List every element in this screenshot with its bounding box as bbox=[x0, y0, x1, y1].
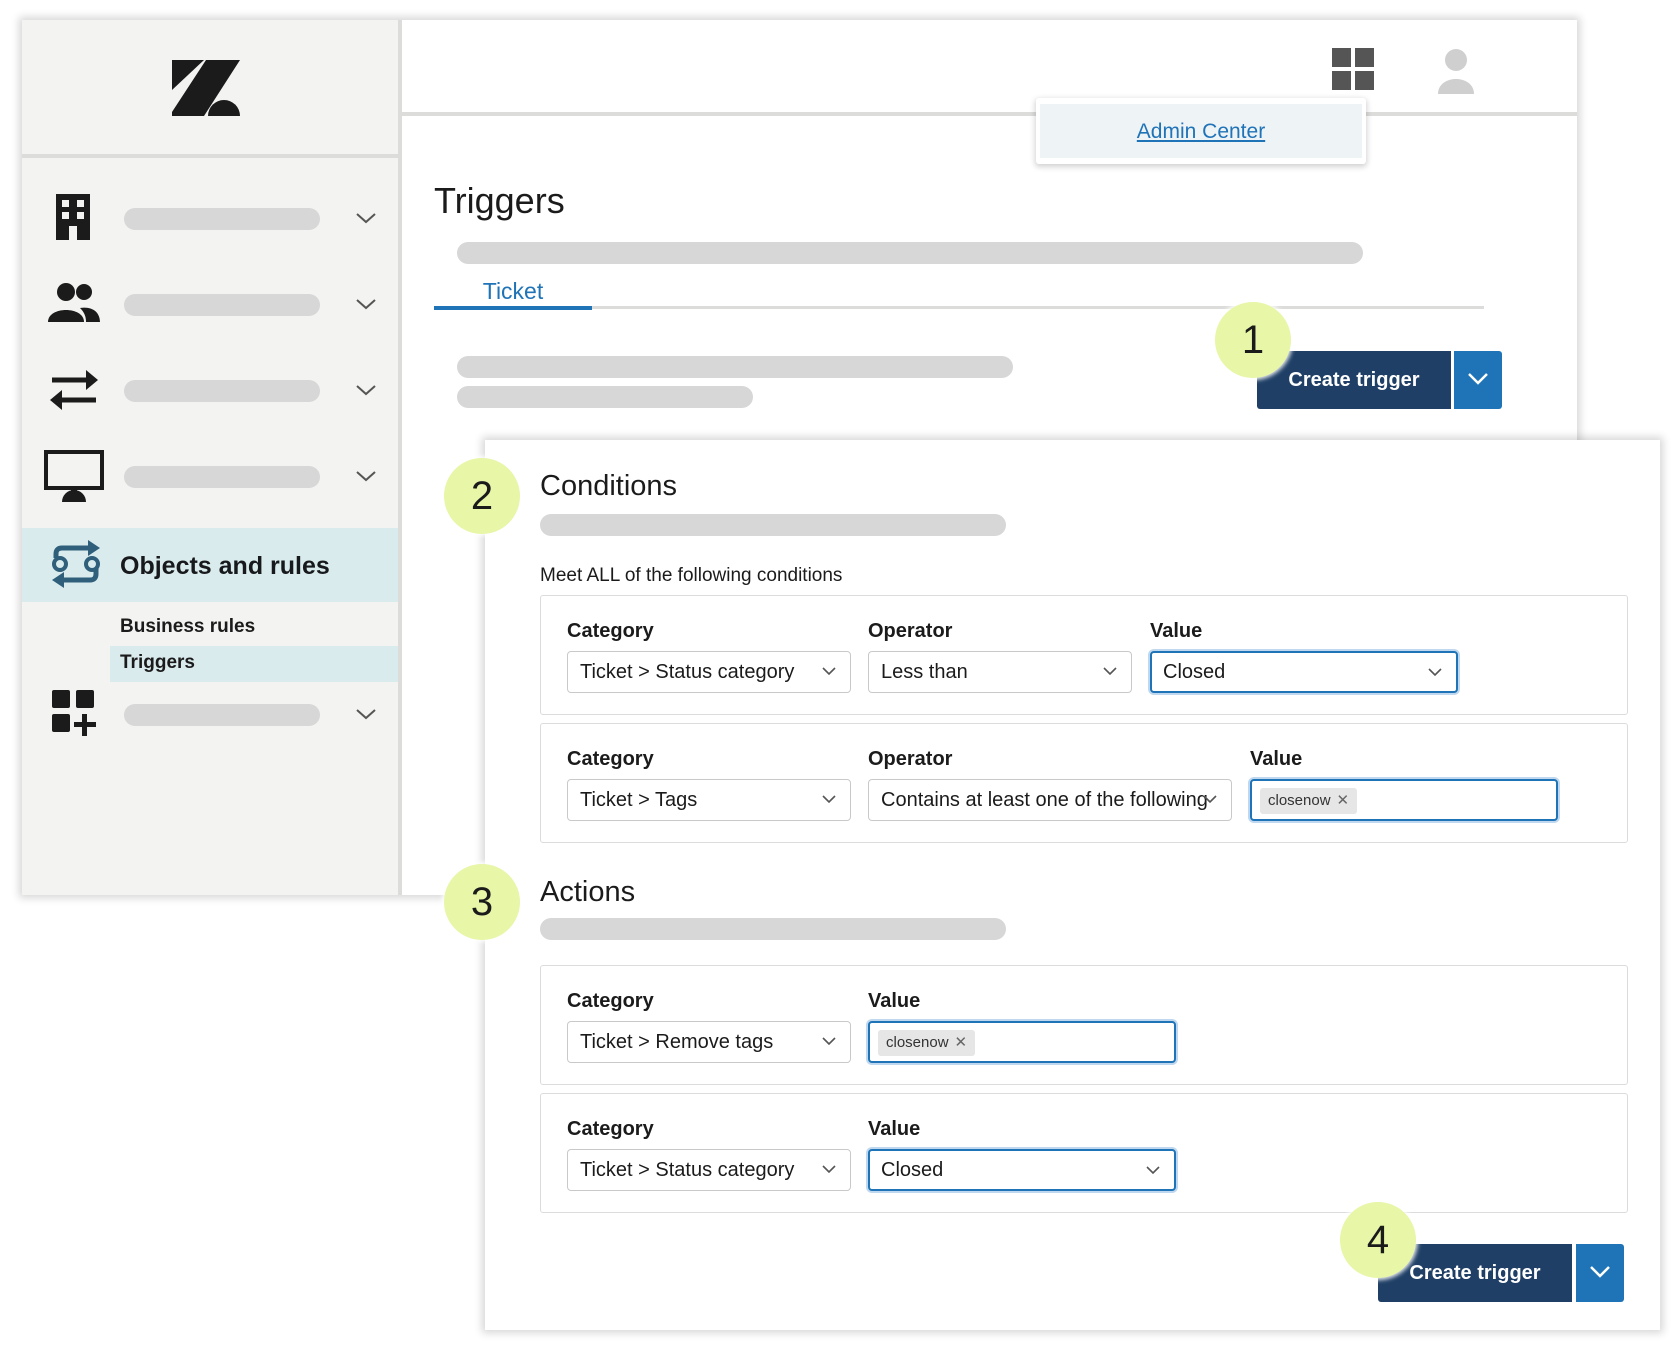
people-icon bbox=[48, 283, 100, 322]
nav-placeholder bbox=[124, 380, 320, 402]
chevron-down-icon bbox=[1590, 1266, 1610, 1278]
category-value: Ticket > Tags bbox=[580, 789, 698, 811]
chevron-down-icon[interactable] bbox=[352, 204, 380, 232]
tags-input[interactable]: closenow ✕ bbox=[1250, 779, 1558, 821]
value-label: Value bbox=[868, 990, 921, 1012]
create-trigger-split-button-footer: Create trigger bbox=[1378, 1244, 1624, 1302]
category-select[interactable]: Ticket > Remove tags bbox=[567, 1021, 851, 1063]
chevron-down-icon bbox=[1428, 668, 1442, 677]
chevron-down-icon bbox=[1203, 795, 1217, 804]
operator-label: Operator bbox=[868, 620, 953, 642]
category-select[interactable]: Ticket > Status category bbox=[567, 651, 851, 693]
category-label: Category bbox=[567, 990, 654, 1012]
admin-center-link[interactable]: Admin Center bbox=[1040, 120, 1362, 144]
tag-chip: closenow ✕ bbox=[878, 1030, 976, 1056]
create-trigger-button[interactable]: Create trigger bbox=[1257, 351, 1451, 409]
operator-select[interactable]: Less than bbox=[868, 651, 1132, 693]
chevron-down-icon bbox=[822, 667, 836, 676]
actions-description-placeholder bbox=[540, 918, 1006, 940]
category-select[interactable]: Ticket > Status category bbox=[567, 1149, 851, 1191]
value-select[interactable]: Closed bbox=[868, 1149, 1176, 1191]
sidebar-item-account[interactable] bbox=[22, 188, 398, 248]
chevron-down-icon bbox=[822, 1165, 836, 1174]
sidebar-item-workspaces[interactable] bbox=[22, 446, 398, 506]
remove-tag-icon[interactable]: ✕ bbox=[955, 1034, 968, 1051]
chevron-down-icon[interactable] bbox=[352, 462, 380, 490]
category-select[interactable]: Ticket > Tags bbox=[567, 779, 851, 821]
chevron-down-icon[interactable] bbox=[352, 376, 380, 404]
chevron-down-icon bbox=[822, 795, 836, 804]
create-trigger-split-button: Create trigger bbox=[1257, 351, 1502, 409]
text-placeholder bbox=[457, 386, 753, 408]
building-icon bbox=[56, 194, 90, 240]
operator-value: Less than bbox=[881, 661, 968, 683]
actions-title: Actions bbox=[540, 876, 636, 908]
nav-placeholder bbox=[124, 466, 320, 488]
chevron-down-icon[interactable] bbox=[352, 700, 380, 728]
conditions-description-placeholder bbox=[540, 514, 1006, 536]
sidebar-item-label: Objects and rules bbox=[120, 552, 330, 580]
sidebar-subitem-triggers[interactable]: Triggers bbox=[120, 652, 195, 674]
operator-label: Operator bbox=[868, 748, 953, 770]
apps-add-icon bbox=[52, 690, 96, 736]
value-value: Closed bbox=[881, 1159, 944, 1181]
objects-rules-icon bbox=[52, 540, 100, 588]
operator-select[interactable]: Contains at least one of the following bbox=[868, 779, 1232, 821]
value-label: Value bbox=[1250, 748, 1303, 770]
operator-value: Contains at least one of the following bbox=[881, 789, 1208, 811]
value-label: Value bbox=[1150, 620, 1203, 642]
nav-placeholder bbox=[124, 704, 320, 726]
page-title: Triggers bbox=[434, 180, 565, 221]
monitor-icon bbox=[44, 450, 104, 502]
sidebar-item-objects-and-rules[interactable]: Objects and rules bbox=[22, 528, 398, 602]
conditions-title: Conditions bbox=[540, 470, 678, 502]
step-badge-1: 1 bbox=[1215, 302, 1291, 378]
grid-icon[interactable] bbox=[1332, 48, 1374, 90]
user-icon[interactable] bbox=[1436, 48, 1476, 94]
value-value: Closed bbox=[1163, 661, 1226, 683]
step-badge-3: 3 bbox=[444, 864, 520, 940]
step-badge-4: 4 bbox=[1340, 1202, 1416, 1278]
value-select[interactable]: Closed bbox=[1150, 651, 1458, 693]
chevron-down-icon bbox=[1146, 1166, 1160, 1175]
arrows-icon bbox=[50, 370, 98, 410]
top-bar bbox=[402, 20, 1577, 116]
chevron-down-icon bbox=[822, 1037, 836, 1046]
category-label: Category bbox=[567, 1118, 654, 1140]
value-label: Value bbox=[868, 1118, 921, 1140]
admin-center-popover: Admin Center bbox=[1036, 98, 1366, 164]
zendesk-logo bbox=[172, 60, 240, 116]
create-trigger-dropdown[interactable] bbox=[1454, 351, 1502, 409]
sidebar-item-channels[interactable] bbox=[22, 360, 398, 420]
tab-ticket[interactable]: Ticket bbox=[434, 278, 592, 310]
chevron-down-icon bbox=[1103, 667, 1117, 676]
nav-placeholder bbox=[124, 208, 320, 230]
chevron-down-icon bbox=[1468, 373, 1488, 385]
description-placeholder bbox=[457, 242, 1363, 264]
sidebar: Objects and rules Business rules Trigger… bbox=[22, 20, 402, 895]
chevron-down-icon[interactable] bbox=[352, 290, 380, 318]
remove-tag-icon[interactable]: ✕ bbox=[1337, 792, 1350, 809]
popover-body: Admin Center bbox=[1040, 104, 1362, 158]
category-label: Category bbox=[567, 748, 654, 770]
tag-chip: closenow ✕ bbox=[1260, 788, 1358, 814]
category-label: Category bbox=[567, 620, 654, 642]
text-placeholder bbox=[457, 356, 1013, 378]
sidebar-item-people[interactable] bbox=[22, 274, 398, 334]
tag-label: closenow bbox=[1268, 792, 1331, 809]
sidebar-subitem-business-rules[interactable]: Business rules bbox=[120, 616, 255, 638]
tags-input[interactable]: closenow ✕ bbox=[868, 1021, 1176, 1063]
step-badge-2: 2 bbox=[444, 458, 520, 534]
logo-area bbox=[22, 20, 398, 158]
tag-label: closenow bbox=[886, 1034, 949, 1051]
category-value: Ticket > Status category bbox=[580, 661, 795, 683]
conditions-instruction: Meet ALL of the following conditions bbox=[540, 565, 843, 586]
nav-placeholder bbox=[124, 294, 320, 316]
category-value: Ticket > Remove tags bbox=[580, 1031, 774, 1053]
category-value: Ticket > Status category bbox=[580, 1159, 795, 1181]
create-trigger-dropdown[interactable] bbox=[1576, 1244, 1624, 1302]
sidebar-item-apps[interactable] bbox=[22, 684, 398, 744]
